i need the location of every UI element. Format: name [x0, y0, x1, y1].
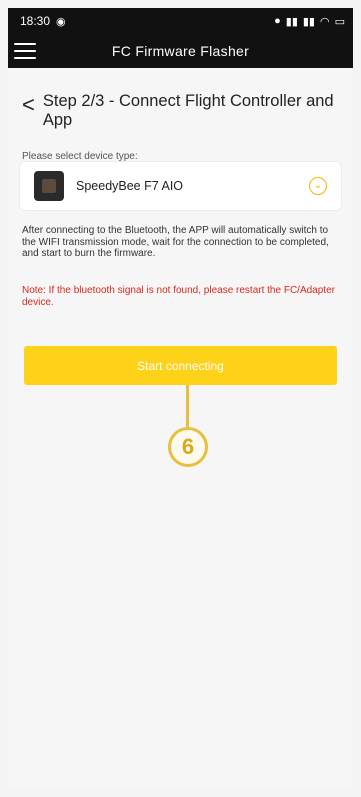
note-text: Note: If the bluetooth signal is not fou… — [22, 285, 335, 308]
device-name: SpeedyBee F7 AIO — [76, 179, 184, 193]
status-icons: ● ▮▮ ▮▮ ◠ ▭ — [274, 15, 345, 28]
media-icon: ◉ — [56, 15, 66, 28]
status-bar: 18:30 ◉ ● ▮▮ ▮▮ ◠ ▭ — [8, 8, 353, 34]
app-screen: 18:30 ◉ ● ▮▮ ▮▮ ◠ ▭ FC Firmware Flasher … — [8, 8, 353, 789]
hamburger-icon[interactable] — [14, 43, 36, 59]
notification-icon: ● — [274, 15, 281, 27]
app-bar: FC Firmware Flasher — [8, 34, 353, 68]
battery-icon: ▭ — [334, 15, 345, 28]
app-title: FC Firmware Flasher — [111, 43, 250, 59]
callout-line — [186, 385, 189, 429]
signal-icon: ▮▮ — [285, 15, 298, 28]
step-title: Step 2/3 - Connect Flight Controller and… — [42, 92, 334, 129]
flight-controller-icon — [34, 171, 64, 201]
status-time: 18:30 — [20, 14, 51, 28]
device-type-label: Please select device type: — [22, 151, 138, 162]
step-header: < Step 2/3 - Connect Flight Controller a… — [22, 92, 343, 130]
chevron-down-icon[interactable]: ⌄ — [309, 177, 327, 195]
wifi-icon: ◠ — [319, 15, 330, 28]
info-text: After connecting to the Bluetooth, the A… — [22, 225, 329, 259]
back-icon[interactable]: < — [22, 94, 35, 116]
device-type-select[interactable]: SpeedyBee F7 AIO ⌄ — [20, 162, 341, 210]
signal-icon: ▮▮ — [302, 15, 315, 28]
start-connecting-button[interactable]: Start connecting — [24, 346, 337, 385]
callout-marker: 6 — [168, 427, 208, 467]
